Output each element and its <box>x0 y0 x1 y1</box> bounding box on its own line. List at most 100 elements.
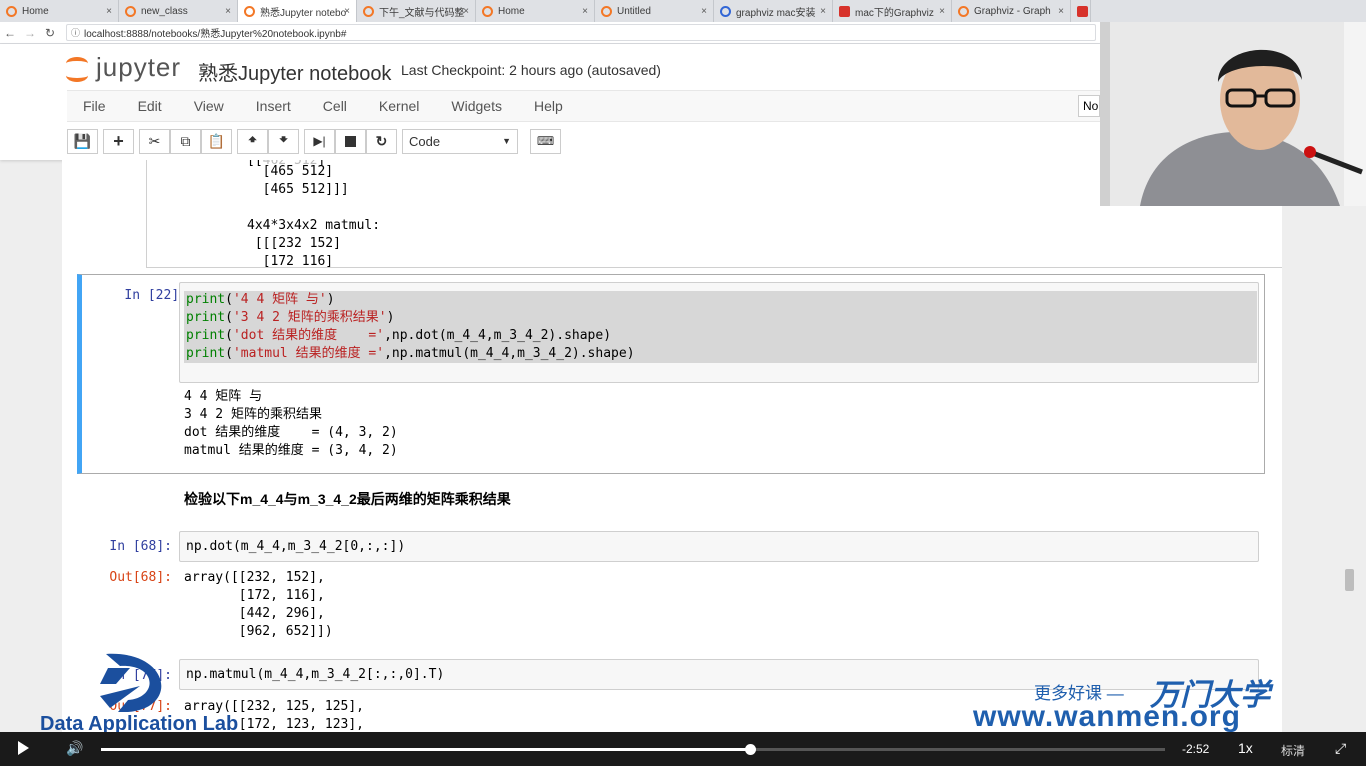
plus-icon: + <box>113 130 124 151</box>
paste-icon: 📋 <box>207 132 226 149</box>
menu-help[interactable]: Help <box>518 98 579 114</box>
cell-68-input[interactable]: np.dot(m_4_4,m_3_4_2[0,:,:]) <box>179 531 1259 562</box>
menu-kernel[interactable]: Kernel <box>363 98 435 114</box>
output-line: 4 4 矩阵 与 <box>184 389 263 404</box>
video-control-bar: 🔊 -2:52 1x 标清 ⤢ <box>0 732 1366 766</box>
move-up-button[interactable]: 🠹 <box>237 128 268 154</box>
command-palette-button[interactable]: ⌨ <box>530 128 561 154</box>
address-bar: ← → ↻ ⓘ localhost:8888/notebooks/熟悉Jupyt… <box>0 22 1100 44</box>
browser-tab[interactable]: Graphviz - Graph × <box>952 0 1071 22</box>
notebook-container[interactable]: [[462 512] [465 512] [465 512]]] 4x4*3x4x… <box>62 160 1282 732</box>
dropdown-caret-icon: ▼ <box>502 136 511 146</box>
browser-tab[interactable]: Untitled × <box>595 0 714 22</box>
tab-close-icon[interactable]: × <box>582 6 588 17</box>
url-field[interactable]: ⓘ localhost:8888/notebooks/熟悉Jupyter%20n… <box>66 24 1096 41</box>
browser-tab[interactable]: Home × <box>0 0 119 22</box>
back-icon[interactable]: ← <box>0 26 20 40</box>
insert-cell-button[interactable]: + <box>103 128 134 154</box>
forward-icon[interactable]: → <box>20 26 40 40</box>
cell-type-select[interactable]: Code ▼ <box>402 128 518 154</box>
tab-close-icon[interactable]: × <box>820 6 826 17</box>
run-button[interactable]: ▶| <box>304 128 335 154</box>
browser-tab-label: Untitled <box>617 5 651 17</box>
cell-22-code: print('4 4 矩阵 与') print('3 4 2 矩阵的乘积结果') p… <box>186 291 635 363</box>
volume-icon[interactable]: 🔊 <box>66 740 83 757</box>
video-progress-track[interactable] <box>101 744 1165 755</box>
reload-icon[interactable]: ↻ <box>40 26 60 40</box>
browser-tab-label: Home <box>22 5 49 17</box>
tab-close-icon[interactable]: × <box>106 6 112 17</box>
cell-22-output: 4 4 矩阵 与 3 4 2 矩阵的乘积结果 dot 结果的维度 = (4, 3, … <box>184 388 398 460</box>
menu-edit[interactable]: Edit <box>122 98 178 114</box>
cell-22-input[interactable]: print('4 4 矩阵 与') print('3 4 2 矩阵的乘积结果') p… <box>179 282 1259 383</box>
browser-tab-label: 下午_文献与代码整 <box>379 7 465 19</box>
csdn-icon <box>839 5 850 17</box>
page-scrollbar[interactable] <box>1345 569 1354 591</box>
notebook-name[interactable]: 熟悉Jupyter notebook <box>198 57 391 86</box>
video-time: -2:52 <box>1182 742 1210 756</box>
browser-tab-label: Graphviz - Graph <box>974 5 1051 17</box>
scrolled-output-text: [465 512] [465 512]]] 4x4*3x4x2 matmul: [… <box>247 163 380 271</box>
jupyter-icon <box>244 5 255 17</box>
tab-close-icon[interactable]: × <box>344 6 350 17</box>
watermark-url: www.wanmen.org <box>973 700 1241 733</box>
browser-tab[interactable]: mac下的Graphviz × <box>833 0 952 22</box>
stop-icon <box>345 135 356 147</box>
kernel-indicator[interactable]: No <box>1078 95 1100 117</box>
jupyter-logo[interactable]: jupyter <box>66 52 181 83</box>
playback-speed-button[interactable]: 1x <box>1238 740 1253 756</box>
presenter-video <box>1100 22 1366 206</box>
video-progress-fill <box>101 748 751 751</box>
cell-type-value: Code <box>409 133 441 149</box>
browser-tab[interactable] <box>1071 0 1091 22</box>
move-down-button[interactable]: 🠻 <box>268 128 299 154</box>
jupyter-icon <box>601 5 612 17</box>
cell-68-code: np.dot(m_4_4,m_3_4_2[0,:,:]) <box>186 539 406 554</box>
jupyter-icon <box>363 5 374 17</box>
play-icon[interactable] <box>18 741 29 755</box>
menu-widgets[interactable]: Widgets <box>435 98 518 114</box>
cell-22-prompt: In [22]: <box>124 288 187 303</box>
tab-close-icon[interactable]: × <box>939 6 945 17</box>
tab-close-icon[interactable]: × <box>463 6 469 17</box>
menu-view[interactable]: View <box>178 98 240 114</box>
cell-68-out-prompt: Out[68]: <box>109 570 172 585</box>
code-line: print('matmul 结果的维度 =',np.matmul(m_4_4,m… <box>186 345 635 363</box>
browser-tab[interactable]: 下午_文献与代码整 × <box>357 0 476 22</box>
code-token: print <box>186 328 226 343</box>
restart-button[interactable]: ↻ <box>366 128 397 154</box>
cut-button[interactable]: ✂ <box>139 128 170 154</box>
refresh-icon: ↻ <box>375 132 388 149</box>
save-icon: 💾 <box>73 132 92 149</box>
save-button[interactable]: 💾 <box>67 128 98 154</box>
quality-button[interactable]: 标清 <box>1281 742 1305 759</box>
menu-file[interactable]: File <box>67 98 122 114</box>
browser-tab[interactable]: 熟悉Jupyter notebo × <box>238 0 357 22</box>
exit-fullscreen-icon[interactable]: ⤢ <box>1335 740 1346 757</box>
interrupt-button[interactable] <box>335 128 366 154</box>
tab-close-icon[interactable]: × <box>1058 6 1064 17</box>
jupyter-logo-text: jupyter <box>96 52 182 82</box>
video-progress-knob[interactable] <box>745 744 757 755</box>
browser-tab[interactable]: new_class × <box>119 0 238 22</box>
menu-cell[interactable]: Cell <box>307 98 363 114</box>
output-line: dot 结果的维度 = (4, 3, 2) <box>184 425 398 440</box>
output-line: [172 116] <box>247 254 334 269</box>
browser-tab-label: new_class <box>141 5 188 17</box>
browser-tab[interactable]: graphviz mac安装 × <box>714 0 833 22</box>
tab-close-icon[interactable]: × <box>225 6 231 17</box>
copy-icon: ⧉ <box>180 132 191 149</box>
paste-button[interactable]: 📋 <box>201 128 232 154</box>
browser-tab[interactable]: Home × <box>476 0 595 22</box>
output-line: array([[232, 152], <box>184 570 325 585</box>
paw-icon <box>720 5 731 17</box>
code-cell-22[interactable]: In [22]: print('4 4 矩阵 与') print('3 4 2 矩… <box>77 274 1265 474</box>
menu-insert[interactable]: Insert <box>240 98 307 114</box>
tab-close-icon[interactable]: × <box>701 6 707 17</box>
cell-68-output: array([[232, 152], [172, 116], [442, 296… <box>184 569 333 641</box>
arrow-up-icon: 🠹 <box>248 131 257 147</box>
code-token: ,np.dot(m_4_4,m_3_4_2).shape) <box>384 328 612 343</box>
jupyter-icon <box>6 5 17 17</box>
copy-button[interactable]: ⧉ <box>170 128 201 154</box>
